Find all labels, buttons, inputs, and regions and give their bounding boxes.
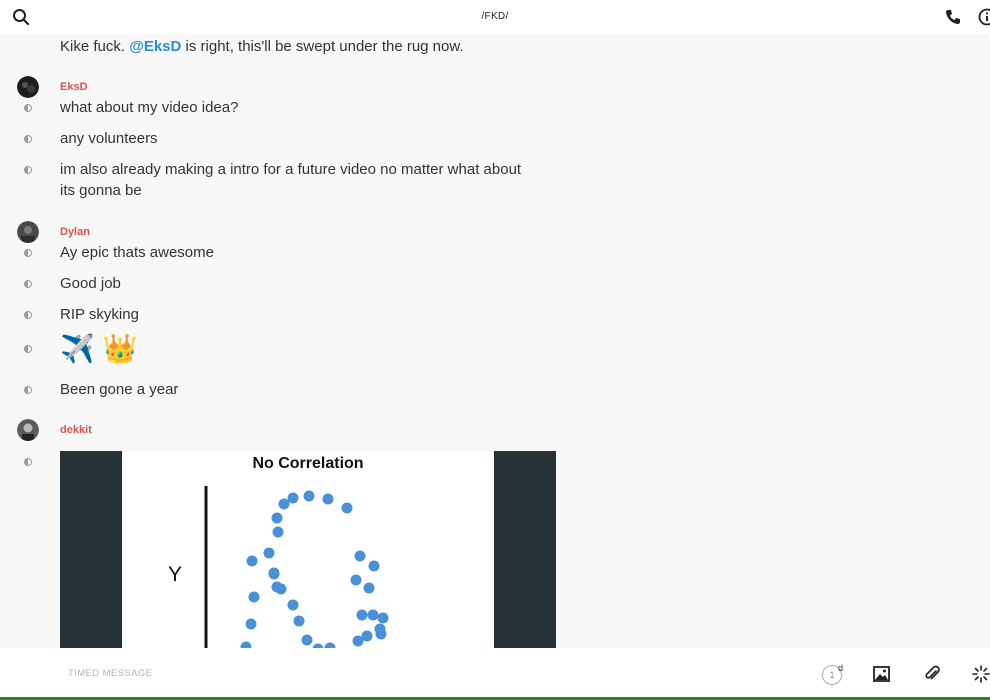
message-text: any volunteers	[60, 130, 158, 147]
picture-dot	[363, 582, 375, 594]
picture-dot	[275, 583, 287, 595]
message-list[interactable]: Kike fuck. @EksD is right, this'll be sw…	[0, 34, 990, 648]
picture-dot	[303, 490, 315, 502]
message-text: Kike fuck. @EksD is right, this'll be sw…	[60, 38, 464, 55]
picture-dot	[374, 623, 386, 635]
picture-dot	[354, 550, 366, 562]
picture-dot	[287, 599, 299, 611]
sparkle-icon[interactable]	[972, 665, 990, 683]
read-status-icon	[24, 280, 32, 288]
timer-value: 1	[829, 670, 835, 680]
username[interactable]: dekkit	[60, 424, 92, 436]
read-status-icon	[24, 135, 32, 143]
picture-dot	[377, 612, 389, 624]
image-icon[interactable]	[873, 666, 890, 682]
picture-dot	[263, 547, 275, 559]
username[interactable]: Dylan	[60, 226, 90, 238]
picture-dot	[287, 492, 299, 504]
message-text: im also already making a intro for a fut…	[60, 161, 522, 199]
read-status-icon	[24, 458, 32, 466]
avatar[interactable]	[17, 419, 39, 441]
message-input[interactable]: TIMED MESSAGE	[68, 668, 152, 679]
paperclip-icon[interactable]	[923, 665, 941, 683]
info-icon[interactable]	[978, 8, 990, 26]
picture-dot	[268, 568, 280, 580]
emoji-message: ✈️ 👑	[60, 333, 138, 364]
message-text: RIP skyking	[60, 306, 139, 323]
read-status-icon	[24, 249, 32, 257]
header-bar: /FKD/	[0, 0, 990, 34]
mention-link[interactable]: @EksD	[129, 38, 181, 55]
picture-dot	[246, 555, 258, 567]
picture-dot	[350, 574, 362, 586]
picture-dot	[272, 526, 284, 538]
picture-dot	[271, 512, 283, 524]
picture-dot	[367, 609, 379, 621]
message-text: what about my video idea?	[60, 99, 239, 116]
timer-unit: d	[838, 663, 844, 673]
scatter-picture	[204, 486, 389, 648]
image-attachment[interactable]: No Correlation Y	[60, 451, 556, 648]
conversation-title: /FKD/	[481, 11, 509, 22]
picture-dot	[322, 493, 334, 505]
picture-dot	[301, 634, 313, 646]
attachment-image: No Correlation Y	[122, 451, 494, 648]
composer-bar: TIMED MESSAGE 1 d	[0, 648, 990, 700]
message-text: Good job	[60, 275, 121, 292]
phone-icon[interactable]	[944, 8, 962, 26]
avatar[interactable]	[17, 221, 39, 243]
message-text: Been gone a year	[60, 381, 179, 398]
picture-dot	[361, 630, 373, 642]
read-status-icon	[24, 166, 32, 174]
picture-dot	[341, 502, 353, 514]
username[interactable]: EksD	[60, 81, 88, 93]
read-status-icon	[24, 386, 32, 394]
message-text: Ay epic thats awesome	[60, 244, 214, 261]
read-status-icon	[24, 345, 32, 353]
picture-dot	[368, 560, 380, 572]
picture-dot	[278, 498, 290, 510]
avatar[interactable]	[17, 76, 39, 98]
picture-dot	[356, 609, 368, 621]
picture-dot	[245, 618, 257, 630]
picture-dot	[293, 615, 305, 627]
read-status-icon	[24, 311, 32, 319]
picture-dot	[248, 591, 260, 603]
read-status-icon	[24, 104, 32, 112]
